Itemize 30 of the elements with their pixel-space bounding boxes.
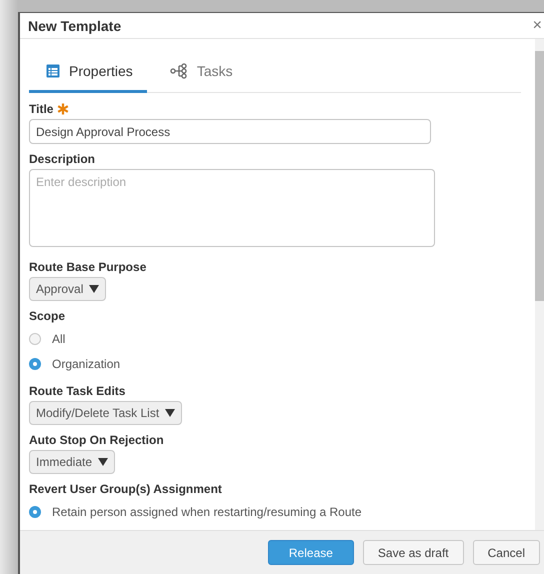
title-input[interactable]: Design Approval Process	[29, 119, 431, 144]
radio-button[interactable]	[29, 332, 41, 344]
description-field[interactable]: Enter description	[29, 169, 435, 247]
button[interactable]: Save as draft	[362, 540, 464, 565]
field-label: Route Base Purpose	[29, 260, 146, 274]
caret-icon	[98, 458, 108, 466]
field-label: Route Task Edits	[29, 384, 126, 398]
caret-icon	[165, 409, 176, 417]
field-label: Description	[29, 152, 96, 166]
radio-label[interactable]: Organization	[52, 356, 120, 370]
radio-label[interactable]: Retain person assigned when restarting/resuming a Route	[52, 504, 362, 518]
tab[interactable]: Properties	[29, 55, 147, 93]
dropdown[interactable]: Modify/Delete Task List	[29, 401, 182, 425]
nodes-icon	[170, 63, 188, 79]
radio-button[interactable]	[29, 358, 41, 370]
field-label: Title	[29, 102, 54, 116]
radio-label[interactable]: All	[52, 332, 66, 346]
scrollbar[interactable]	[535, 39, 544, 530]
field-label: Scope	[29, 309, 66, 323]
radio-button[interactable]	[29, 506, 41, 518]
close-button[interactable]: ×	[532, 16, 544, 34]
tab[interactable]: Tasks	[152, 55, 247, 93]
window-title: New Template	[28, 18, 122, 34]
field-label: Auto Stop On Rejection	[29, 433, 164, 447]
field-label: Revert User Group(s) Assignment	[29, 482, 222, 496]
button[interactable]: Cancel	[472, 540, 540, 565]
dropdown[interactable]: Approval	[29, 277, 106, 301]
table-icon	[46, 64, 60, 78]
caret-icon	[89, 285, 100, 293]
dropdown[interactable]: Immediate	[29, 450, 116, 474]
